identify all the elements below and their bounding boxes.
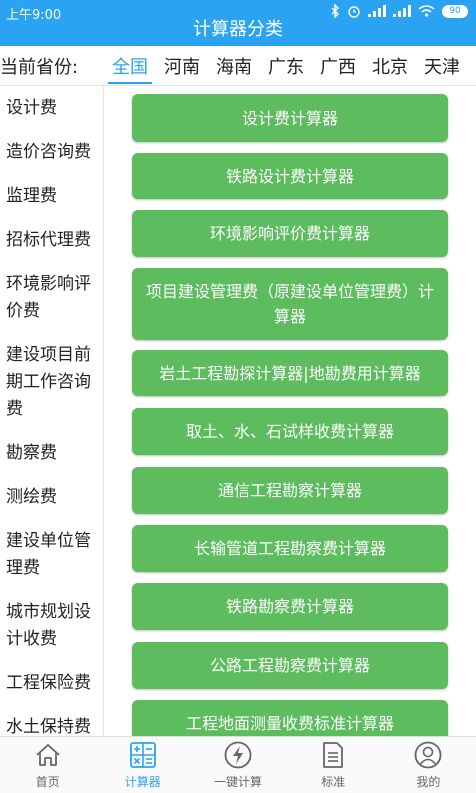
province-tab-beijing[interactable]: 北京 — [364, 46, 416, 85]
calculator-button-railway-survey[interactable]: 铁路勘察费计算器 — [132, 583, 448, 630]
calculator-button-geotechnical[interactable]: 岩土工程勘探计算器|地勘费用计算器 — [132, 350, 448, 396]
calculator-button-pipeline-survey[interactable]: 长输管道工程勘察费计算器 — [132, 525, 448, 572]
category-item-soil-conservation[interactable]: 水土保持费 — [0, 705, 103, 736]
province-tab-national[interactable]: 全国 — [104, 46, 156, 85]
province-tab-guangxi[interactable]: 广西 — [312, 46, 364, 85]
nav-calculator-label: 计算器 — [124, 775, 161, 789]
calculator-button-sampling[interactable]: 取土、水、石试样收费计算器 — [132, 408, 448, 455]
nav-home[interactable]: 首页 — [0, 737, 95, 793]
signal-icon-2 — [393, 5, 411, 17]
category-item-environmental-assessment[interactable]: 环境影响评价费 — [0, 262, 103, 333]
province-tab-hainan[interactable]: 海南 — [208, 46, 260, 85]
user-icon — [413, 740, 443, 770]
status-icons: 90 — [331, 4, 468, 18]
bottom-navigation: 首页 计算器 一键计算 标准 我的 — [0, 736, 476, 793]
province-tab-tianjin[interactable]: 天津 — [416, 46, 468, 85]
battery-indicator: 90 — [442, 4, 468, 18]
nav-home-label: 首页 — [35, 775, 60, 789]
bluetooth-icon — [331, 4, 340, 18]
category-item-bidding-agency[interactable]: 招标代理费 — [0, 218, 103, 262]
wifi-icon — [418, 5, 435, 17]
calculator-button-environmental-assessment[interactable]: 环境影响评价费计算器 — [132, 210, 448, 257]
category-item-cost-consulting[interactable]: 造价咨询费 — [0, 130, 103, 174]
calculator-icon — [128, 740, 158, 770]
category-item-supervision[interactable]: 监理费 — [0, 174, 103, 218]
home-icon — [33, 740, 63, 770]
page-title: 计算器分类 — [193, 19, 283, 40]
nav-standards-label: 标准 — [321, 775, 346, 789]
nav-calculator[interactable]: 计算器 — [95, 737, 190, 793]
calculator-button-railway-design[interactable]: 铁路设计费计算器 — [132, 153, 448, 199]
nav-profile-label: 我的 — [416, 775, 441, 789]
signal-icon — [368, 5, 386, 17]
category-item-design-fee[interactable]: 设计费 — [0, 86, 103, 130]
calculator-button-project-management[interactable]: 项目建设管理费（原建设单位管理费）计算器 — [132, 268, 448, 340]
alarm-icon — [347, 4, 361, 18]
calculator-button-ground-surveying[interactable]: 工程地面测量收费标准计算器 — [132, 700, 448, 736]
nav-profile[interactable]: 我的 — [381, 737, 476, 793]
category-item-mapping-fee[interactable]: 测绘费 — [0, 475, 103, 519]
category-sidebar: 设计费 造价咨询费 监理费 招标代理费 环境影响评价费 建设项目前期工作咨询费 … — [0, 86, 104, 736]
calculator-button-telecom-survey[interactable]: 通信工程勘察计算器 — [132, 467, 448, 514]
category-item-engineering-insurance[interactable]: 工程保险费 — [0, 661, 103, 705]
category-item-survey-fee[interactable]: 勘察费 — [0, 431, 103, 475]
calculator-button-highway-survey[interactable]: 公路工程勘察费计算器 — [132, 642, 448, 689]
nav-quick-calc[interactable]: 一键计算 — [190, 737, 285, 793]
category-item-preliminary-consulting[interactable]: 建设项目前期工作咨询费 — [0, 333, 103, 431]
province-label: 当前省份: — [0, 57, 79, 78]
province-selector: 当前省份: 全国 河南 海南 广东 广西 北京 天津 — [0, 46, 476, 86]
lightning-icon — [223, 740, 253, 770]
document-icon — [318, 740, 348, 770]
nav-quick-calc-label: 一键计算 — [214, 775, 263, 789]
province-tabs: 全国 河南 海南 广东 广西 北京 天津 — [104, 46, 468, 85]
calculator-list: 设计费计算器 铁路设计费计算器 环境影响评价费计算器 项目建设管理费（原建设单位… — [106, 86, 476, 736]
nav-standards[interactable]: 标准 — [286, 737, 381, 793]
category-item-urban-planning[interactable]: 城市规划设计收费 — [0, 590, 103, 661]
province-tab-henan[interactable]: 河南 — [156, 46, 208, 85]
app-header: 上午9:00 90 计算器分类 — [0, 0, 476, 46]
category-item-construction-management[interactable]: 建设单位管理费 — [0, 519, 103, 590]
province-tab-guangdong[interactable]: 广东 — [260, 46, 312, 85]
calculator-button-design-fee[interactable]: 设计费计算器 — [132, 94, 448, 142]
